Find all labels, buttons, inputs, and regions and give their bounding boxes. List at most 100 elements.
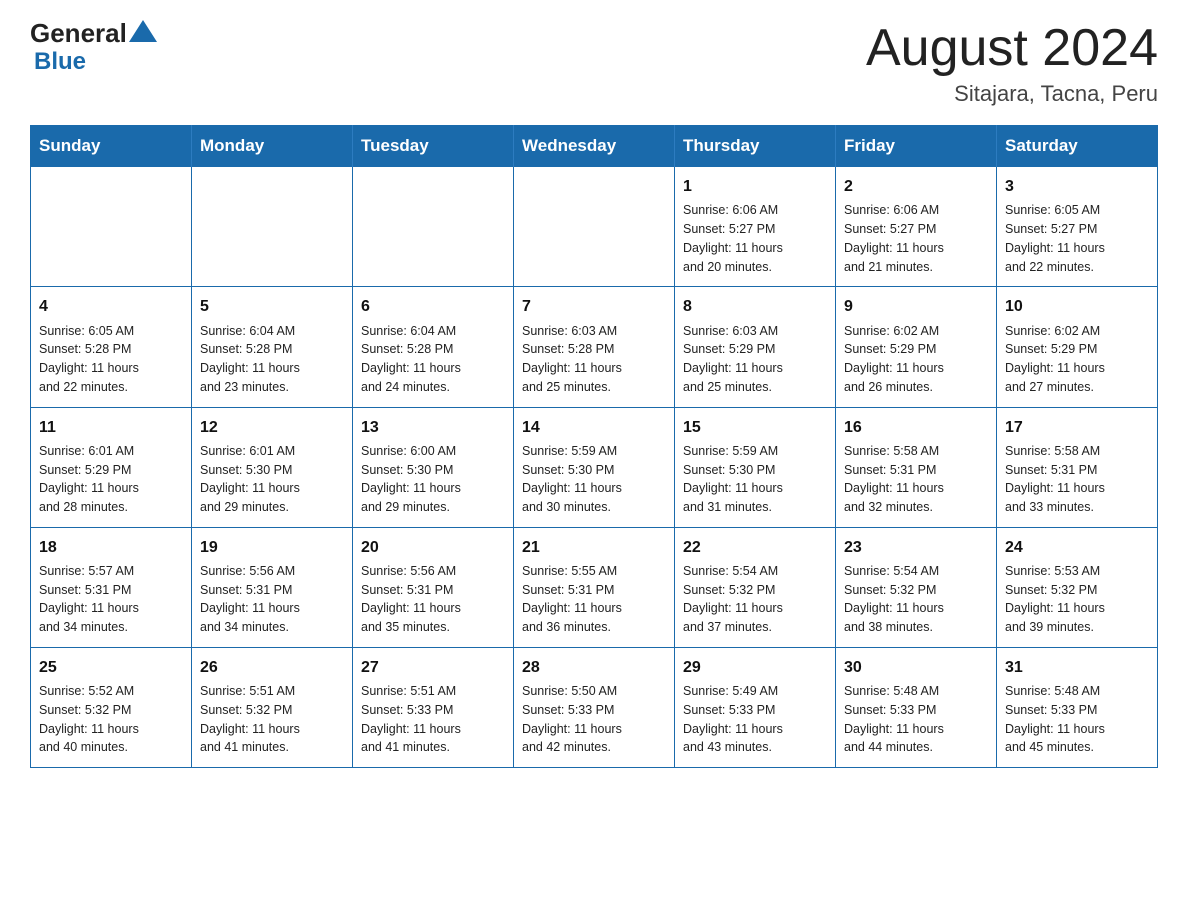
day-info: Sunrise: 5:48 AMSunset: 5:33 PMDaylight:…	[844, 682, 988, 757]
day-info: Sunrise: 5:58 AMSunset: 5:31 PMDaylight:…	[1005, 442, 1149, 517]
weekday-header-saturday: Saturday	[997, 126, 1158, 167]
day-number: 3	[1005, 175, 1149, 198]
weekday-header-wednesday: Wednesday	[514, 126, 675, 167]
day-info: Sunrise: 5:56 AMSunset: 5:31 PMDaylight:…	[200, 562, 344, 637]
day-info: Sunrise: 5:53 AMSunset: 5:32 PMDaylight:…	[1005, 562, 1149, 637]
day-info: Sunrise: 5:50 AMSunset: 5:33 PMDaylight:…	[522, 682, 666, 757]
calendar-cell: 18 Sunrise: 5:57 AMSunset: 5:31 PMDayligh…	[31, 527, 192, 647]
page-header: General Blue August 2024 Sitajara, Tacna…	[30, 20, 1158, 107]
day-number: 14	[522, 416, 666, 439]
day-info: Sunrise: 5:59 AMSunset: 5:30 PMDaylight:…	[683, 442, 827, 517]
day-info: Sunrise: 6:06 AMSunset: 5:27 PMDaylight:…	[683, 201, 827, 276]
day-number: 22	[683, 536, 827, 559]
calendar-cell: 16Sunrise: 5:58 AMSunset: 5:31 PMDayligh…	[836, 407, 997, 527]
calendar-cell: 11Sunrise: 6:01 AMSunset: 5:29 PMDayligh…	[31, 407, 192, 527]
logo: General Blue	[30, 20, 159, 76]
day-info: Sunrise: 5:54 AMSunset: 5:32 PMDaylight:…	[683, 562, 827, 637]
day-number: 9	[844, 295, 988, 318]
calendar-cell: 29 Sunrise: 5:49 AMSunset: 5:33 PMDayligh…	[675, 647, 836, 767]
month-title: August 2024	[866, 20, 1158, 77]
calendar-week-row: 4Sunrise: 6:05 AMSunset: 5:28 PMDaylight…	[31, 287, 1158, 407]
calendar-cell: 20 Sunrise: 5:56 AMSunset: 5:31 PMDayligh…	[353, 527, 514, 647]
logo-triangle-icon	[129, 20, 157, 42]
day-info: Sunrise: 5:51 AMSunset: 5:33 PMDaylight:…	[361, 682, 505, 757]
calendar-cell: 9 Sunrise: 6:02 AMSunset: 5:29 PMDaylight…	[836, 287, 997, 407]
day-number: 27	[361, 656, 505, 679]
day-number: 30	[844, 656, 988, 679]
calendar-cell: 30 Sunrise: 5:48 AMSunset: 5:33 PMDayligh…	[836, 647, 997, 767]
day-info: Sunrise: 5:48 AMSunset: 5:33 PMDaylight:…	[1005, 682, 1149, 757]
day-info: Sunrise: 5:52 AMSunset: 5:32 PMDaylight:…	[39, 682, 183, 757]
day-info: Sunrise: 6:03 AMSunset: 5:29 PMDaylight:…	[683, 322, 827, 397]
calendar-week-row: 1Sunrise: 6:06 AMSunset: 5:27 PMDaylight…	[31, 167, 1158, 287]
calendar-cell	[353, 167, 514, 287]
day-number: 28	[522, 656, 666, 679]
day-number: 6	[361, 295, 505, 318]
day-info: Sunrise: 5:58 AMSunset: 5:31 PMDaylight:…	[844, 442, 988, 517]
weekday-header-thursday: Thursday	[675, 126, 836, 167]
day-info: Sunrise: 6:06 AMSunset: 5:27 PMDaylight:…	[844, 201, 988, 276]
day-number: 7	[522, 295, 666, 318]
day-info: Sunrise: 6:01 AMSunset: 5:29 PMDaylight:…	[39, 442, 183, 517]
day-number: 10	[1005, 295, 1149, 318]
day-number: 25	[39, 656, 183, 679]
weekday-header-friday: Friday	[836, 126, 997, 167]
day-info: Sunrise: 5:54 AMSunset: 5:32 PMDaylight:…	[844, 562, 988, 637]
day-info: Sunrise: 5:57 AMSunset: 5:31 PMDaylight:…	[39, 562, 183, 637]
day-info: Sunrise: 5:55 AMSunset: 5:31 PMDaylight:…	[522, 562, 666, 637]
day-info: Sunrise: 6:00 AMSunset: 5:30 PMDaylight:…	[361, 442, 505, 517]
weekday-header-row: SundayMondayTuesdayWednesdayThursdayFrid…	[31, 126, 1158, 167]
day-info: Sunrise: 6:02 AMSunset: 5:29 PMDaylight:…	[1005, 322, 1149, 397]
calendar-cell: 5 Sunrise: 6:04 AMSunset: 5:28 PMDaylight…	[192, 287, 353, 407]
calendar-cell: 10 Sunrise: 6:02 AMSunset: 5:29 PMDayligh…	[997, 287, 1158, 407]
day-info: Sunrise: 6:03 AMSunset: 5:28 PMDaylight:…	[522, 322, 666, 397]
day-number: 17	[1005, 416, 1149, 439]
day-number: 12	[200, 416, 344, 439]
calendar-cell: 8 Sunrise: 6:03 AMSunset: 5:29 PMDaylight…	[675, 287, 836, 407]
day-info: Sunrise: 6:05 AMSunset: 5:28 PMDaylight:…	[39, 322, 183, 397]
day-info: Sunrise: 5:56 AMSunset: 5:31 PMDaylight:…	[361, 562, 505, 637]
calendar-table: SundayMondayTuesdayWednesdayThursdayFrid…	[30, 125, 1158, 768]
logo-blue-text: Blue	[34, 48, 86, 75]
day-info: Sunrise: 6:02 AMSunset: 5:29 PMDaylight:…	[844, 322, 988, 397]
calendar-cell: 26 Sunrise: 5:51 AMSunset: 5:32 PMDayligh…	[192, 647, 353, 767]
day-info: Sunrise: 5:51 AMSunset: 5:32 PMDaylight:…	[200, 682, 344, 757]
calendar-cell: 15 Sunrise: 5:59 AMSunset: 5:30 PMDayligh…	[675, 407, 836, 527]
calendar-cell: 6 Sunrise: 6:04 AMSunset: 5:28 PMDaylight…	[353, 287, 514, 407]
weekday-header-tuesday: Tuesday	[353, 126, 514, 167]
calendar-cell: 17 Sunrise: 5:58 AMSunset: 5:31 PMDayligh…	[997, 407, 1158, 527]
day-number: 24	[1005, 536, 1149, 559]
calendar-cell: 21Sunrise: 5:55 AMSunset: 5:31 PMDayligh…	[514, 527, 675, 647]
day-info: Sunrise: 6:04 AMSunset: 5:28 PMDaylight:…	[200, 322, 344, 397]
day-number: 18	[39, 536, 183, 559]
calendar-week-row: 25 Sunrise: 5:52 AMSunset: 5:32 PMDayligh…	[31, 647, 1158, 767]
day-number: 20	[361, 536, 505, 559]
day-info: Sunrise: 5:59 AMSunset: 5:30 PMDaylight:…	[522, 442, 666, 517]
calendar-cell	[31, 167, 192, 287]
day-info: Sunrise: 6:05 AMSunset: 5:27 PMDaylight:…	[1005, 201, 1149, 276]
calendar-cell: 27 Sunrise: 5:51 AMSunset: 5:33 PMDayligh…	[353, 647, 514, 767]
calendar-cell: 19Sunrise: 5:56 AMSunset: 5:31 PMDayligh…	[192, 527, 353, 647]
day-number: 5	[200, 295, 344, 318]
calendar-cell: 13 Sunrise: 6:00 AMSunset: 5:30 PMDayligh…	[353, 407, 514, 527]
weekday-header-sunday: Sunday	[31, 126, 192, 167]
calendar-cell: 12 Sunrise: 6:01 AMSunset: 5:30 PMDayligh…	[192, 407, 353, 527]
logo-general-text: General	[30, 20, 127, 46]
day-number: 29	[683, 656, 827, 679]
calendar-cell: 31Sunrise: 5:48 AMSunset: 5:33 PMDayligh…	[997, 647, 1158, 767]
day-number: 26	[200, 656, 344, 679]
day-info: Sunrise: 5:49 AMSunset: 5:33 PMDaylight:…	[683, 682, 827, 757]
calendar-cell	[514, 167, 675, 287]
location-title: Sitajara, Tacna, Peru	[866, 81, 1158, 107]
calendar-cell: 1Sunrise: 6:06 AMSunset: 5:27 PMDaylight…	[675, 167, 836, 287]
calendar-cell: 14 Sunrise: 5:59 AMSunset: 5:30 PMDayligh…	[514, 407, 675, 527]
calendar-cell: 28 Sunrise: 5:50 AMSunset: 5:33 PMDayligh…	[514, 647, 675, 767]
day-info: Sunrise: 6:04 AMSunset: 5:28 PMDaylight:…	[361, 322, 505, 397]
day-number: 8	[683, 295, 827, 318]
day-number: 13	[361, 416, 505, 439]
title-block: August 2024 Sitajara, Tacna, Peru	[866, 20, 1158, 107]
calendar-cell	[192, 167, 353, 287]
day-info: Sunrise: 6:01 AMSunset: 5:30 PMDaylight:…	[200, 442, 344, 517]
day-number: 15	[683, 416, 827, 439]
calendar-cell: 7 Sunrise: 6:03 AMSunset: 5:28 PMDaylight…	[514, 287, 675, 407]
